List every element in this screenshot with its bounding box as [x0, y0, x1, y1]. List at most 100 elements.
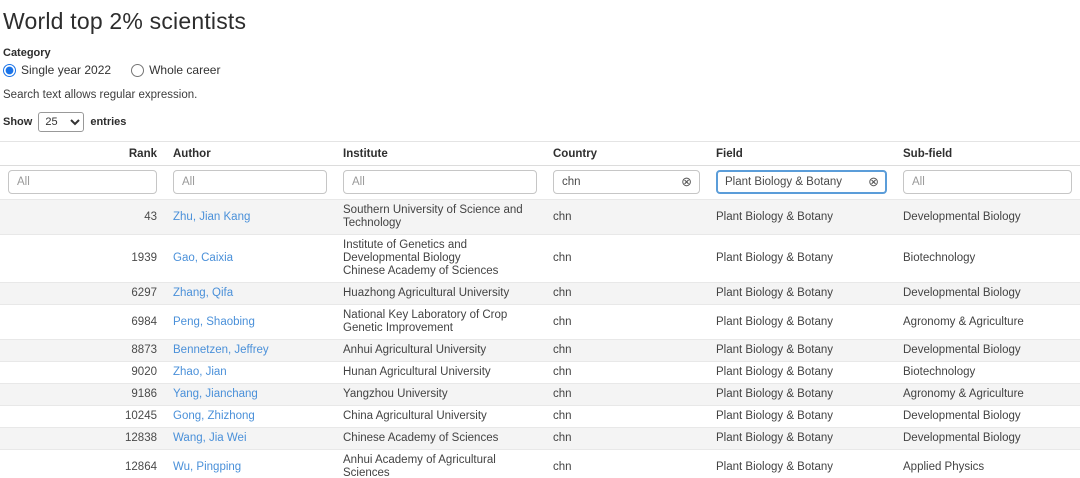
rank-cell: 43 [0, 199, 165, 235]
show-entries-control: Show 25 entries [3, 112, 1072, 132]
category-label: Category [3, 47, 51, 59]
field-cell: Plant Biology & Botany [708, 282, 895, 305]
author-cell: Peng, Shaobing [165, 304, 335, 340]
institute-cell: Southern University of Science and Techn… [335, 199, 545, 235]
author-link[interactable]: Wu, Pingping [173, 461, 241, 473]
author-cell: Bennetzen, Jeffrey [165, 339, 335, 362]
scientists-table: Rank Author Institute Country Field Sub-… [0, 141, 1080, 478]
author-cell: Gong, Zhizhong [165, 405, 335, 428]
author-cell: Zhu, Jian Kang [165, 199, 335, 235]
subfield-cell: Agronomy & Agriculture [895, 304, 1080, 340]
author-filter-input[interactable] [173, 170, 327, 194]
institute-cell: Chinese Academy of Sciences [335, 427, 545, 450]
whole-career-radio[interactable] [131, 63, 145, 77]
field-cell: Plant Biology & Botany [708, 199, 895, 235]
country-cell: chn [545, 427, 708, 450]
field-cell: Plant Biology & Botany [708, 339, 895, 362]
table-row: 12838 Wang, Jia Wei Chinese Academy of S… [0, 427, 1080, 450]
entries-count-select[interactable]: 25 [38, 112, 85, 132]
radio-option-single-year[interactable]: Single year 2022 [3, 63, 111, 77]
table-row: 10245 Gong, Zhizhong China Agricultural … [0, 405, 1080, 428]
author-cell: Gao, Caixia [165, 234, 335, 283]
author-link[interactable]: Gong, Zhizhong [173, 410, 255, 422]
author-cell: Zhang, Qifa [165, 282, 335, 305]
field-cell: Plant Biology & Botany [708, 449, 895, 478]
country-cell: chn [545, 304, 708, 340]
subfield-cell: Applied Physics [895, 449, 1080, 478]
table-row: 43 Zhu, Jian Kang Southern University of… [0, 199, 1080, 235]
rank-cell: 8873 [0, 339, 165, 362]
subfield-cell: Agronomy & Agriculture [895, 383, 1080, 406]
whole-career-label: Whole career [149, 63, 221, 77]
field-cell: Plant Biology & Botany [708, 361, 895, 384]
column-header-author[interactable]: Author [165, 141, 335, 166]
author-link[interactable]: Gao, Caixia [173, 252, 233, 264]
field-filter-input[interactable] [716, 170, 887, 194]
page-header: World top 2% scientists Category Single … [0, 0, 1080, 132]
table-row: 1939 Gao, Caixia Institute of Genetics a… [0, 234, 1080, 283]
column-header-subfield[interactable]: Sub-field [895, 141, 1080, 166]
author-cell: Wang, Jia Wei [165, 427, 335, 450]
subfield-cell: Biotechnology [895, 234, 1080, 283]
table-filter-row: ⊗ ⊗ [0, 165, 1080, 200]
clear-country-filter-icon[interactable]: ⊗ [681, 175, 692, 188]
field-cell: Plant Biology & Botany [708, 405, 895, 428]
country-cell: chn [545, 234, 708, 283]
subfield-cell: Developmental Biology [895, 282, 1080, 305]
country-cell: chn [545, 383, 708, 406]
show-label: Show [3, 116, 33, 128]
institute-cell: Huazhong Agricultural University [335, 282, 545, 305]
column-header-institute[interactable]: Institute [335, 141, 545, 166]
subfield-cell: Developmental Biology [895, 199, 1080, 235]
country-cell: chn [545, 339, 708, 362]
institute-cell: China Agricultural University [335, 405, 545, 428]
subfield-filter-input[interactable] [903, 170, 1072, 194]
page-title: World top 2% scientists [3, 8, 247, 34]
field-cell: Plant Biology & Botany [708, 427, 895, 450]
institute-filter-input[interactable] [343, 170, 537, 194]
search-hint-text: Search text allows regular expression. [3, 89, 198, 101]
author-link[interactable]: Zhu, Jian Kang [173, 211, 250, 223]
rank-filter-input[interactable] [8, 170, 157, 194]
table-row: 9020 Zhao, Jian Hunan Agricultural Unive… [0, 361, 1080, 384]
author-link[interactable]: Zhao, Jian [173, 366, 227, 378]
column-header-field[interactable]: Field [708, 141, 895, 166]
country-filter-input[interactable] [553, 170, 700, 194]
institute-cell: Anhui Academy of Agricultural Sciences [335, 449, 545, 478]
subfield-cell: Biotechnology [895, 361, 1080, 384]
rank-cell: 6984 [0, 304, 165, 340]
country-cell: chn [545, 199, 708, 235]
country-cell: chn [545, 361, 708, 384]
author-link[interactable]: Yang, Jianchang [173, 388, 258, 400]
rank-cell: 9186 [0, 383, 165, 406]
radio-option-whole-career[interactable]: Whole career [131, 63, 220, 77]
table-row: 12864 Wu, Pingping Anhui Academy of Agri… [0, 449, 1080, 478]
country-cell: chn [545, 282, 708, 305]
rank-cell: 1939 [0, 234, 165, 283]
clear-field-filter-icon[interactable]: ⊗ [868, 175, 879, 188]
table-row: 6984 Peng, Shaobing National Key Laborat… [0, 304, 1080, 340]
subfield-cell: Developmental Biology [895, 339, 1080, 362]
column-header-rank[interactable]: Rank [0, 141, 165, 166]
country-cell: chn [545, 405, 708, 428]
institute-cell: National Key Laboratory of Crop Genetic … [335, 304, 545, 340]
institute-cell: Yangzhou University [335, 383, 545, 406]
subfield-cell: Developmental Biology [895, 405, 1080, 428]
institute-cell: Hunan Agricultural University [335, 361, 545, 384]
author-cell: Zhao, Jian [165, 361, 335, 384]
field-cell: Plant Biology & Botany [708, 234, 895, 283]
author-cell: Yang, Jianchang [165, 383, 335, 406]
single-year-radio[interactable] [3, 63, 16, 77]
author-link[interactable]: Wang, Jia Wei [173, 432, 247, 444]
author-link[interactable]: Bennetzen, Jeffrey [173, 344, 269, 356]
table-row: 6297 Zhang, Qifa Huazhong Agricultural U… [0, 282, 1080, 305]
author-link[interactable]: Zhang, Qifa [173, 287, 233, 299]
column-header-country[interactable]: Country [545, 141, 708, 166]
subfield-cell: Developmental Biology [895, 427, 1080, 450]
institute-cell: Institute of Genetics and Developmental … [335, 234, 545, 283]
rank-cell: 10245 [0, 405, 165, 428]
table-row: 8873 Bennetzen, Jeffrey Anhui Agricultur… [0, 339, 1080, 362]
author-link[interactable]: Peng, Shaobing [173, 316, 255, 328]
rank-cell: 12838 [0, 427, 165, 450]
single-year-label: Single year 2022 [21, 63, 112, 77]
